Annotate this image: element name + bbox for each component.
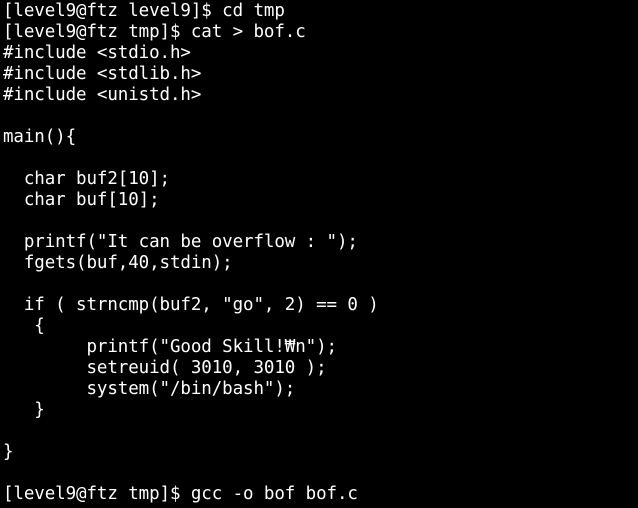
terminal-line: [level9@ftz tmp]$ cat > bof.c — [3, 22, 306, 42]
terminal-window[interactable]: [level9@ftz level9]$ cd tmp [level9@ftz … — [0, 0, 638, 508]
terminal-line: setreuid( 3010, 3010 ); — [3, 358, 327, 378]
terminal-line: #include <unistd.h> — [3, 85, 202, 105]
terminal-line: fgets(buf,40,stdin); — [3, 253, 233, 273]
terminal-line: } — [3, 442, 14, 462]
terminal-line: char buf[10]; — [3, 190, 160, 210]
terminal-line: main(){ — [3, 127, 77, 147]
terminal-line: printf("Good Skill!₩n"); — [3, 337, 337, 357]
terminal-line: [level9@ftz level9]$ cd tmp — [3, 1, 285, 21]
terminal-line: #include <stdlib.h> — [3, 64, 202, 84]
terminal-line: #include <stdio.h> — [3, 43, 191, 63]
terminal-line: char buf2[10]; — [3, 169, 170, 189]
terminal-line: printf("It can be overflow : "); — [3, 232, 358, 252]
terminal-line: system("/bin/bash"); — [3, 379, 296, 399]
terminal-line: if ( strncmp(buf2, "go", 2) == 0 ) — [3, 295, 379, 315]
terminal-line: { — [3, 316, 45, 336]
terminal-line: } — [3, 400, 45, 420]
terminal-prompt-line[interactable]: [level9@ftz tmp]$ gcc -o bof bof.c — [3, 484, 358, 505]
